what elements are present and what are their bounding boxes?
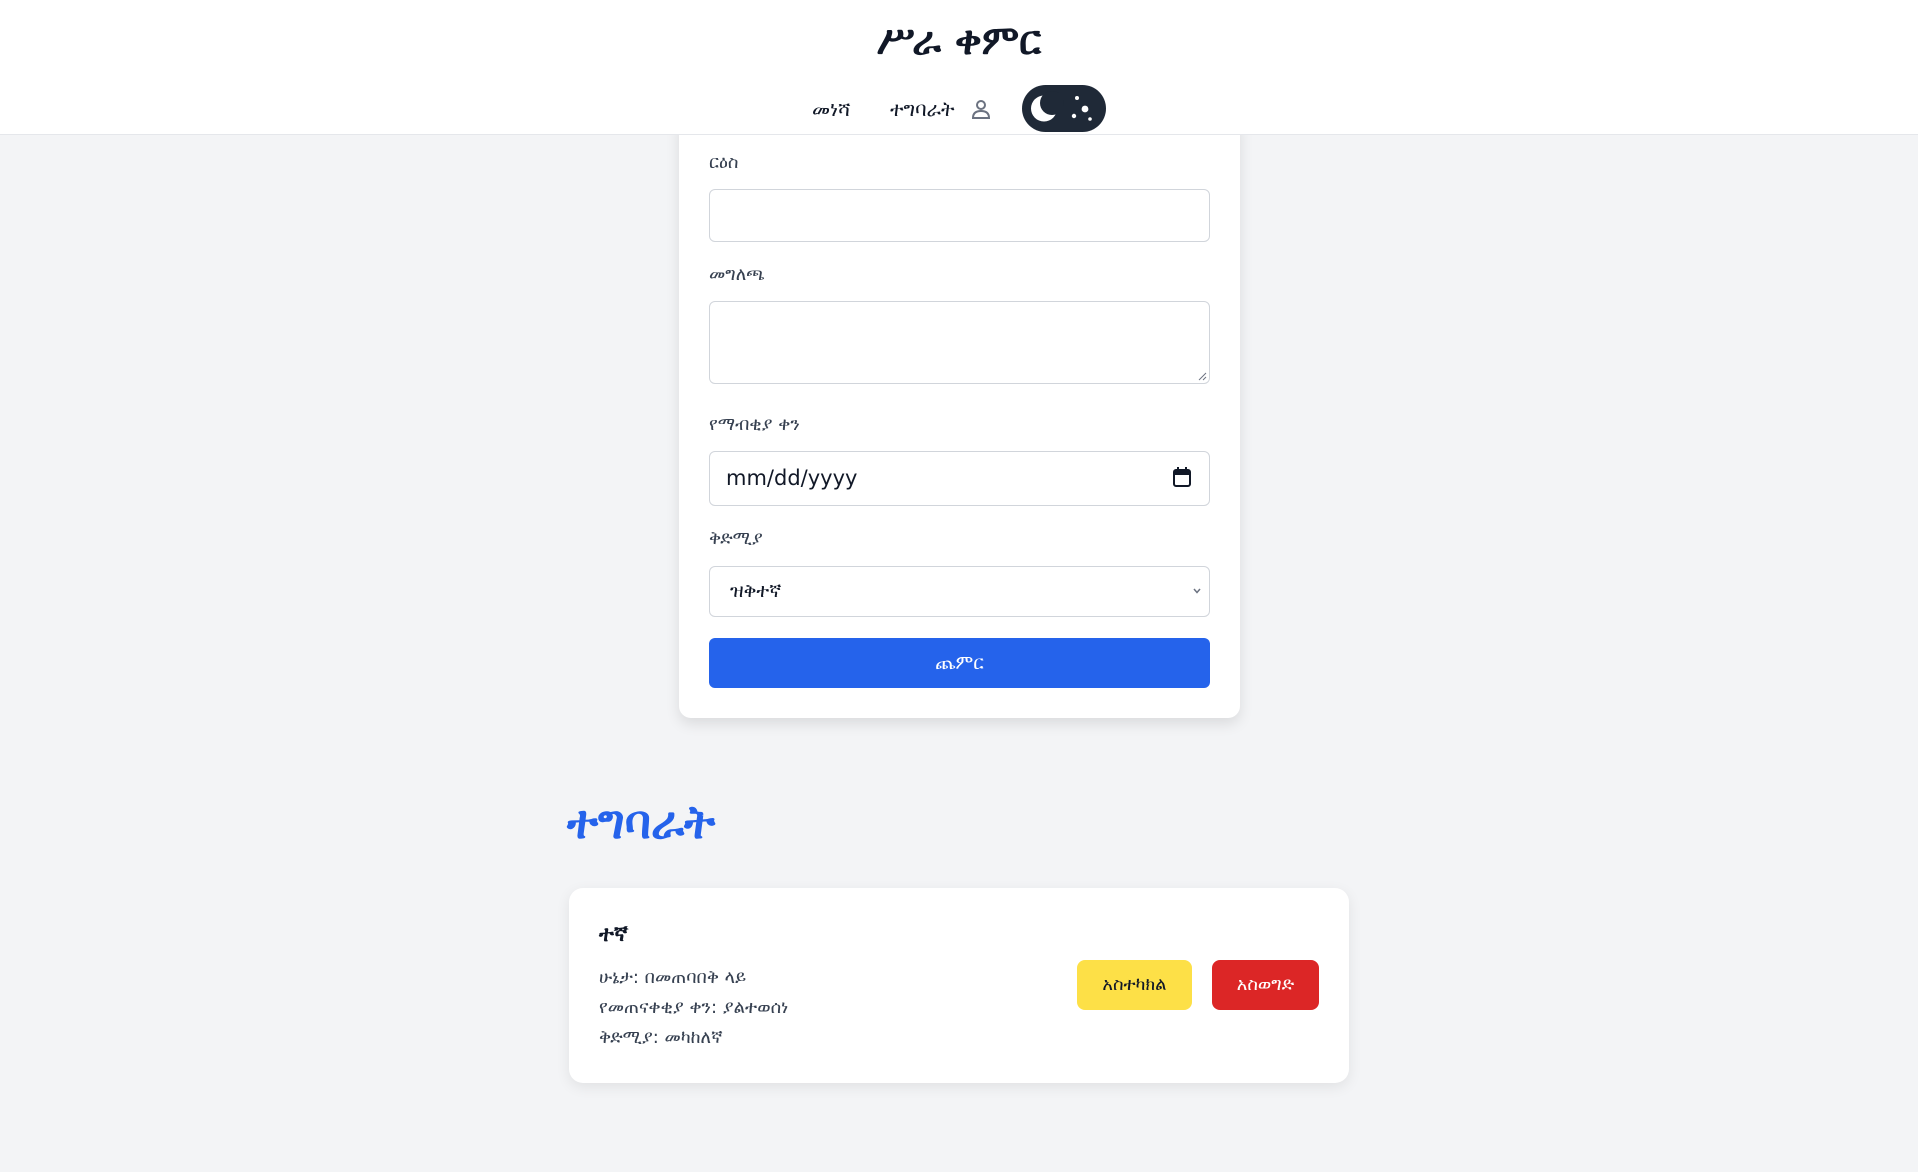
add-button[interactable]: ጨምር	[709, 638, 1210, 688]
nav-home-link[interactable]: መነሻ	[812, 97, 850, 121]
theme-toggle[interactable]	[1022, 85, 1106, 132]
task-status: ሁኔታ: በመጠባበቅ ላይ	[599, 967, 747, 988]
chevron-down-icon	[1193, 588, 1201, 594]
moon-stars-icon	[1031, 91, 1092, 122]
task-priority: ቅድሚያ: መካከለኛ	[599, 1027, 723, 1048]
priority-select[interactable]: ዝቅተኛ	[709, 566, 1210, 617]
calendar-icon[interactable]	[1173, 467, 1191, 487]
app-title: ሥራ ቀምር	[876, 18, 1042, 64]
description-label: መግለጫ	[709, 264, 765, 285]
due-date-input[interactable]: mm/dd/yyyy	[709, 451, 1210, 506]
title-label: ርዕስ	[709, 152, 739, 173]
resize-handle-icon[interactable]	[1197, 371, 1207, 381]
due-date-placeholder: mm/dd/yyyy	[726, 466, 858, 490]
task-title: ተኛ	[599, 922, 628, 947]
due-date-label: የማብቂያ ቀን	[709, 414, 800, 435]
task-due-date: የመጠናቀቂያ ቀን: ያልተወሰነ	[599, 997, 789, 1018]
description-textarea[interactable]	[709, 301, 1210, 384]
edit-button[interactable]: አስተካክል	[1077, 960, 1192, 1010]
delete-button[interactable]: አስወግድ	[1212, 960, 1319, 1010]
priority-label: ቅድሚያ	[709, 528, 763, 549]
main-nav: መነሻ ተግባራት	[0, 85, 1918, 133]
title-input[interactable]	[709, 189, 1210, 242]
priority-selected-value: ዝቅተኛ	[730, 580, 782, 602]
task-card: ተኛ ሁኔታ: በመጠባበቅ ላይ የመጠናቀቂያ ቀን: ያልተወሰነ ቅድሚ…	[569, 888, 1349, 1083]
app-header: ሥራ ቀምር መነሻ ተግባራት	[0, 0, 1918, 135]
add-task-form: ርዕስ መግለጫ የማብቂያ ቀን mm/dd/yyyy ቅድሚያ ዝቅተኛ ጨ…	[679, 120, 1240, 718]
nav-tasks-link[interactable]: ተግባራት	[890, 97, 954, 121]
user-icon[interactable]	[971, 98, 991, 120]
tasks-heading: ተግባራት	[567, 795, 716, 849]
